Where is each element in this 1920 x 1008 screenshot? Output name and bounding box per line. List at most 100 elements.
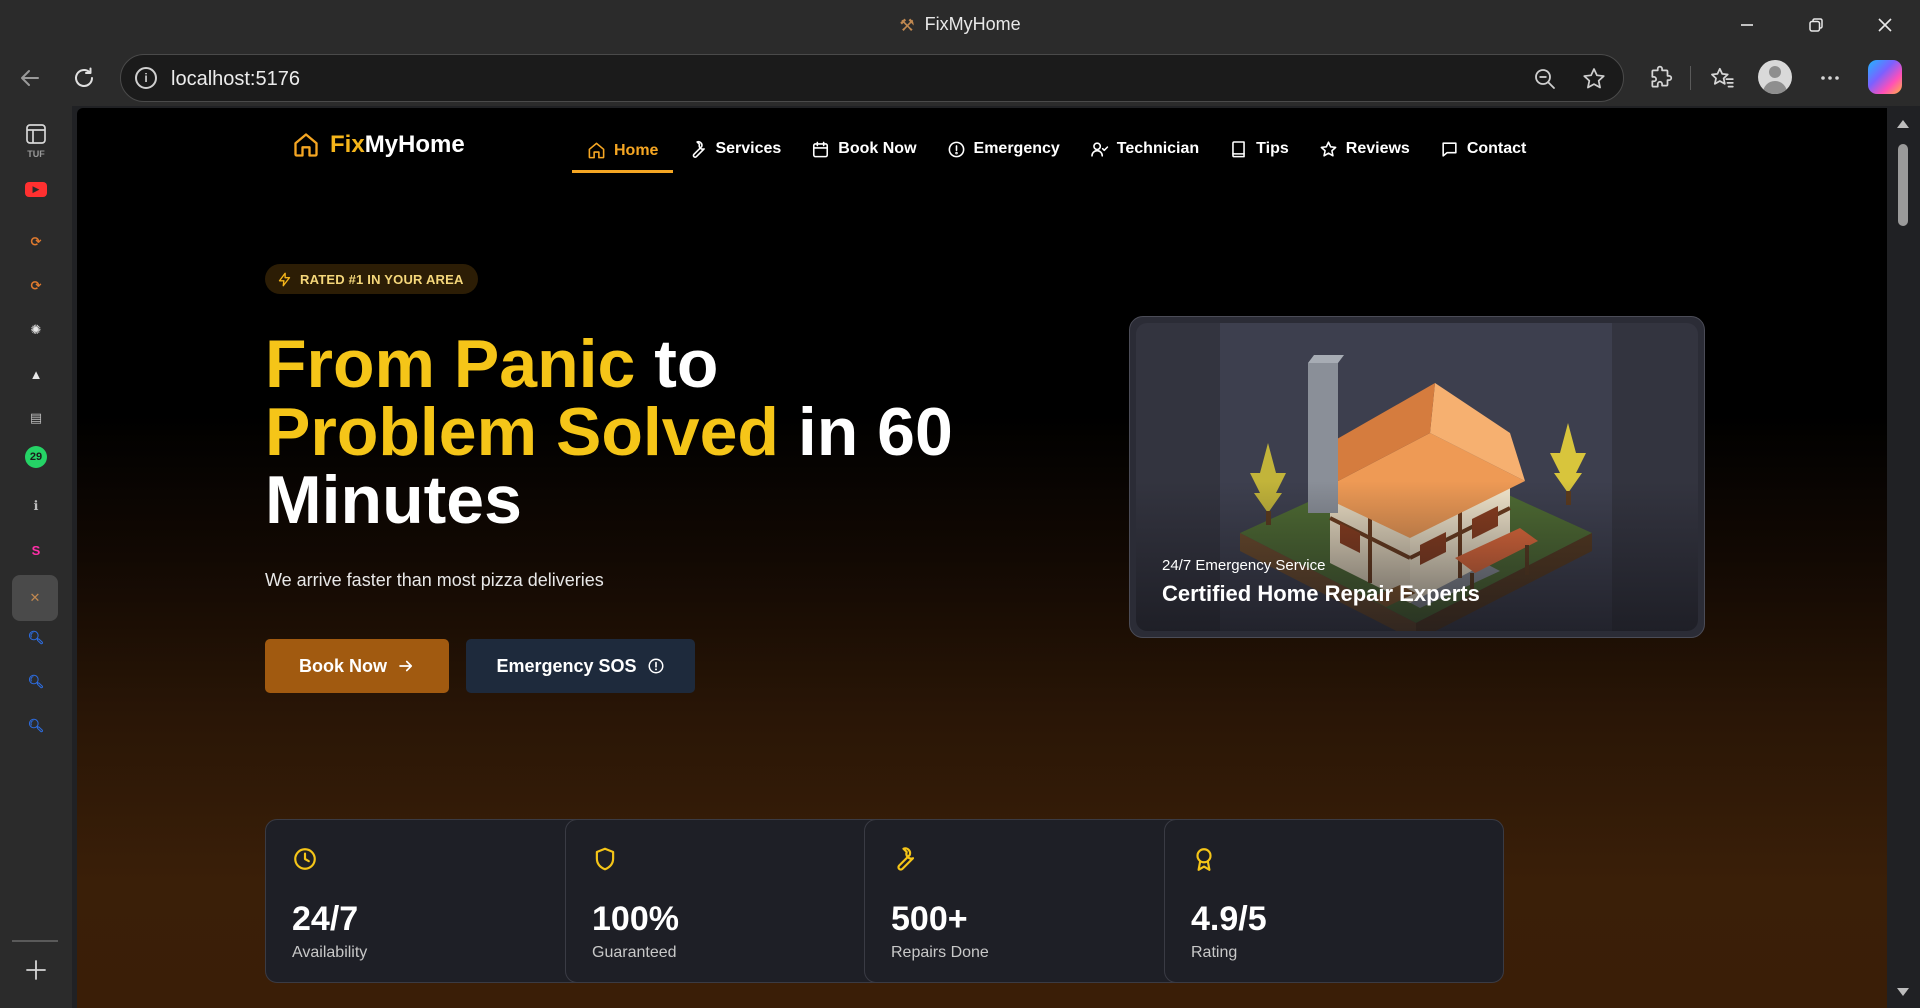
nav-item-label: Reviews xyxy=(1345,140,1410,157)
tuf-icon: TUF xyxy=(27,149,45,159)
info-app-icon: ℹ xyxy=(33,498,39,513)
sidebar-tab[interactable]: S xyxy=(20,534,52,566)
shield-icon xyxy=(592,846,618,877)
lightning-icon xyxy=(278,272,291,286)
emergency-sos-label: Emergency SOS xyxy=(496,655,637,676)
rating-badge: RATED #1 IN YOUR AREA xyxy=(265,264,478,294)
sidebar-tab[interactable]: ⟳ xyxy=(20,226,52,258)
alert-circle-icon xyxy=(947,140,966,159)
nav-item-tips[interactable]: Tips xyxy=(1214,128,1304,170)
page-viewport: Fix MyHome Home Services Book Now Emergency T… xyxy=(77,108,1887,1008)
profile-avatar[interactable] xyxy=(1758,60,1792,94)
search-tab-icon: 🔍︎ xyxy=(27,630,45,645)
whatsapp-icon: 29 xyxy=(29,451,43,463)
copilot-icon[interactable] xyxy=(1868,60,1902,94)
sidebar-tab[interactable]: 🔍︎ xyxy=(20,666,52,698)
extensions-icon[interactable] xyxy=(1643,60,1679,96)
book-now-button[interactable]: Book Now xyxy=(265,639,449,693)
sidebar-divider xyxy=(12,940,58,942)
more-options-icon[interactable] xyxy=(1812,60,1848,96)
scroll-down-arrow[interactable] xyxy=(1897,988,1909,996)
hero-title-plain-1: to xyxy=(635,326,719,402)
nav-item-label: Tips xyxy=(1256,140,1289,157)
badge-text: RATED #1 IN YOUR AREA xyxy=(300,271,464,287)
stat-card: 24/7 Availability xyxy=(265,819,605,983)
nav-item-label: Home xyxy=(614,141,659,159)
nav-item-label: Technician xyxy=(1116,140,1200,157)
sidebar-tab[interactable]: ▶ xyxy=(25,182,47,197)
sidebar-tab[interactable]: TUF xyxy=(20,138,52,170)
hero-title: From Panic to Problem Solved in 60 Minute… xyxy=(265,330,1025,534)
sidebar-tab[interactable]: ▲ xyxy=(20,358,52,390)
sidebar-tab[interactable]: ▤ xyxy=(20,402,52,434)
home-logo-icon xyxy=(294,133,318,157)
emergency-sos-button[interactable]: Emergency SOS xyxy=(466,639,695,693)
sidebar-tab[interactable]: ✺ xyxy=(20,314,52,346)
stat-card: 100% Guaranteed xyxy=(565,819,905,983)
hero-title-accent-2: Problem Solved xyxy=(265,394,779,470)
sidebar-tab[interactable]: ⟳ xyxy=(20,270,52,302)
stat-card: 4.9/5 Rating xyxy=(1164,819,1504,983)
favorite-star-icon[interactable] xyxy=(1581,66,1607,97)
restore-button[interactable] xyxy=(1793,8,1839,42)
wrench-icon xyxy=(688,140,707,159)
nav-item-book-now[interactable]: Book Now xyxy=(796,128,931,170)
toolbar-divider xyxy=(1690,66,1691,90)
url-text[interactable]: localhost:5176 xyxy=(171,68,300,91)
page-scrollbar[interactable] xyxy=(1892,108,1914,1008)
hero-card-inner: 24/7 Emergency Service Certified Home Re… xyxy=(1136,323,1698,631)
home-icon xyxy=(587,141,606,160)
star-icon xyxy=(1319,140,1338,159)
nav-item-label: Emergency xyxy=(973,140,1060,157)
sidebar-tab[interactable]: ✕ xyxy=(12,575,58,621)
sidebar-tab[interactable]: 🔍︎ xyxy=(20,622,52,654)
window-app-icon: ▤ xyxy=(29,410,43,425)
nav-item-emergency[interactable]: Emergency xyxy=(932,128,1075,170)
window-titlebar: ⚒ FixMyHome xyxy=(0,0,1920,50)
clock-icon xyxy=(292,846,318,877)
site-logo[interactable]: Fix MyHome xyxy=(292,131,465,159)
s-app-icon: S xyxy=(31,542,41,558)
sidebar-tab[interactable]: 🔍︎ xyxy=(20,710,52,742)
message-icon xyxy=(1440,140,1459,159)
browser-toolbar: i localhost:5176 xyxy=(0,50,1920,106)
hero-card-gradient xyxy=(1136,481,1698,631)
sidebar-tab[interactable]: 29 xyxy=(25,446,47,468)
nav-item-technician[interactable]: Technician xyxy=(1075,128,1214,170)
award-icon xyxy=(1191,846,1217,877)
address-bar[interactable]: i localhost:5176 xyxy=(120,54,1624,102)
scroll-up-arrow[interactable] xyxy=(1897,120,1909,128)
sidebar-tab[interactable]: ℹ xyxy=(20,490,52,522)
scrollbar-thumb[interactable] xyxy=(1898,144,1908,226)
site-info-icon[interactable]: i xyxy=(135,67,157,89)
logo-text-fix: Fix xyxy=(330,131,365,158)
hero-card-title: Certified Home Repair Experts xyxy=(1162,581,1480,606)
nav-item-contact[interactable]: Contact xyxy=(1425,128,1542,170)
stat-value: 500+ xyxy=(891,900,968,938)
zoom-out-icon[interactable] xyxy=(1533,67,1557,96)
youtube-icon: ▶ xyxy=(32,184,40,194)
nav-item-reviews[interactable]: Reviews xyxy=(1304,128,1425,170)
calendar-icon xyxy=(811,140,830,159)
hero-title-accent-1: From Panic xyxy=(265,326,636,402)
refresh-button[interactable] xyxy=(66,60,102,96)
new-tab-button[interactable] xyxy=(20,954,52,986)
close-window-button[interactable] xyxy=(1862,8,1908,42)
arrow-right-icon xyxy=(399,660,413,672)
alert-circle-icon xyxy=(648,658,664,674)
minimize-button[interactable] xyxy=(1724,8,1770,42)
wrench-icon xyxy=(891,846,917,877)
nav-item-services[interactable]: Services xyxy=(673,128,796,170)
stat-card: 500+ Repairs Done xyxy=(864,819,1204,983)
hero-card-kicker: 24/7 Emergency Service xyxy=(1162,557,1326,574)
book-icon xyxy=(1229,140,1248,159)
triangle-app-icon: ▲ xyxy=(29,366,43,382)
tools-icon: ⚒ xyxy=(899,16,915,35)
nav-item-home[interactable]: Home xyxy=(572,128,674,173)
hero-image-card: 24/7 Emergency Service Certified Home Re… xyxy=(1129,316,1705,638)
user-check-icon xyxy=(1090,140,1109,159)
back-button[interactable] xyxy=(12,60,48,96)
gradient-app-icon-2: ⟳ xyxy=(30,278,42,293)
window-title-text: FixMyHome xyxy=(924,14,1021,34)
favorites-icon[interactable] xyxy=(1704,60,1740,96)
